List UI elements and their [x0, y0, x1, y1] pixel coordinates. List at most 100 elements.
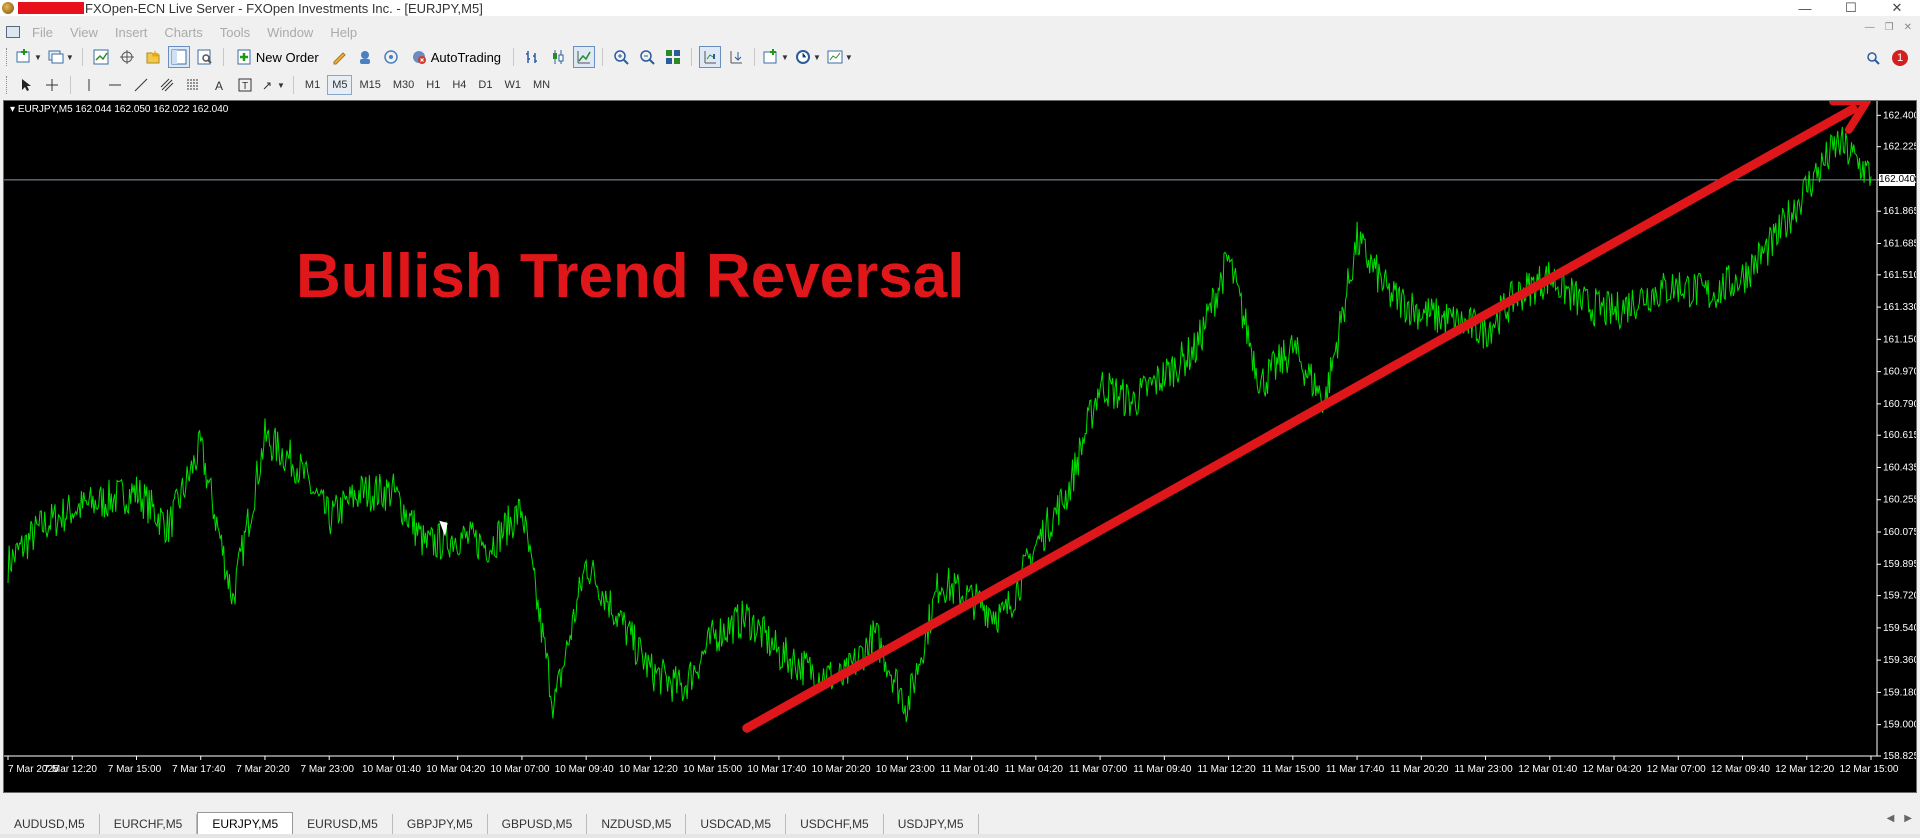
market-watch-button[interactable] [90, 46, 112, 68]
toolbar-separator [754, 48, 756, 66]
horizontal-line-button[interactable] [104, 74, 126, 96]
bar-chart-button[interactable] [521, 46, 543, 68]
mdi-restore-button[interactable]: ❐ [1885, 22, 1894, 33]
clock-icon [795, 50, 810, 64]
fibonacci-button[interactable] [182, 74, 204, 96]
indicators-button[interactable]: ▼ [762, 46, 790, 68]
menu-insert[interactable]: Insert [115, 25, 148, 40]
cursor-tool-button[interactable] [15, 74, 37, 96]
time-tick-label: 10 Mar 17:40 [747, 764, 806, 775]
tab-scroll-right-icon[interactable]: ▶ [1904, 813, 1912, 824]
app-icon [2, 2, 14, 14]
templates-button[interactable]: ▼ [826, 46, 854, 68]
tab-audusd[interactable]: AUDUSD,M5 [0, 814, 100, 834]
mdi-close-button[interactable]: ✕ [1904, 22, 1912, 33]
periods-button[interactable]: ▼ [794, 46, 822, 68]
timeframe-m30[interactable]: M30 [388, 75, 419, 95]
close-button[interactable]: ✕ [1874, 0, 1920, 16]
zoom-in-button[interactable] [610, 46, 632, 68]
trend-arrow-line [742, 104, 1858, 733]
new-chart-button[interactable]: ▼ [15, 46, 43, 68]
navigator-button[interactable] [142, 46, 164, 68]
trend-annotation-text[interactable]: Bullish Trend Reversal [296, 241, 964, 312]
horizontal-line-icon [109, 84, 121, 86]
timeframe-h1[interactable]: H1 [421, 75, 445, 95]
notification-badge[interactable]: 1 [1892, 50, 1908, 66]
mdi-minimize-button[interactable]: — [1865, 22, 1875, 33]
tab-usdcad[interactable]: USDCAD,M5 [686, 814, 787, 834]
minimize-button[interactable]: — [1782, 0, 1828, 16]
tab-eurchf[interactable]: EURCHF,M5 [100, 814, 198, 834]
line-chart-icon [577, 51, 591, 64]
time-tick-label: 11 Mar 17:40 [1326, 764, 1385, 775]
standard-toolbar: ▼ ▼ New Order AutoTrading ▼ ▼ ▼ [0, 44, 1920, 70]
tab-usdchf[interactable]: USDCHF,M5 [786, 814, 884, 834]
tab-gbpusd[interactable]: GBPUSD,M5 [488, 814, 588, 834]
vertical-line-button[interactable] [78, 74, 100, 96]
tab-eurjpy[interactable]: EURJPY,M5 [197, 812, 294, 834]
toolbar-grip[interactable] [6, 48, 9, 66]
menu-window[interactable]: Window [267, 25, 313, 40]
text-label-button[interactable]: T [234, 74, 256, 96]
line-chart-button[interactable] [573, 46, 596, 68]
strategy-tester-button[interactable] [194, 46, 216, 68]
profiles-button[interactable]: ▼ [47, 46, 75, 68]
tab-nzdusd[interactable]: NZDUSD,M5 [587, 814, 687, 834]
signals-button[interactable] [354, 46, 376, 68]
menu-file[interactable]: File [32, 25, 53, 40]
time-tick-label: 7 Mar 17:40 [172, 764, 226, 775]
candlestick-button[interactable] [547, 46, 569, 68]
metaeditor-button[interactable] [328, 46, 350, 68]
tab-eurusd[interactable]: EURUSD,M5 [293, 814, 393, 834]
chart-tabs: AUDUSD,M5 EURCHF,M5 EURJPY,M5 EURUSD,M5 … [0, 810, 1920, 834]
tab-usdjpy[interactable]: USDJPY,M5 [884, 814, 979, 834]
timeframe-mn[interactable]: MN [528, 75, 555, 95]
tile-windows-button[interactable] [662, 46, 684, 68]
time-tick-label: 10 Mar 23:00 [876, 764, 935, 775]
menu-charts[interactable]: Charts [164, 25, 202, 40]
trendline-button[interactable] [130, 74, 152, 96]
menu-view[interactable]: View [70, 25, 98, 40]
price-tick-label: 159.360 [1883, 655, 1917, 666]
text-icon: A [215, 79, 223, 92]
data-window-button[interactable] [116, 46, 138, 68]
timeframe-m15[interactable]: M15 [354, 75, 385, 95]
text-tool-button[interactable]: A [208, 74, 230, 96]
autotrading-label: AutoTrading [430, 49, 502, 65]
symbol-dropdown-icon[interactable]: ▾ [10, 104, 18, 115]
chart-window[interactable]: 162.400 162.225 162.040 161.865 161.685 161.5… [3, 100, 1917, 793]
chart-shift-button[interactable] [699, 46, 722, 68]
tab-gbpjpy[interactable]: GBPJPY,M5 [393, 814, 488, 834]
timeframe-w1[interactable]: W1 [499, 75, 526, 95]
svg-text:T: T [242, 81, 248, 92]
price-tick-label: 160.790 [1883, 399, 1917, 410]
crosshair-tool-button[interactable] [41, 74, 63, 96]
price-tick-label: 160.075 [1883, 527, 1917, 538]
market-button[interactable] [380, 46, 402, 68]
toolbar-grip[interactable] [6, 76, 9, 94]
timeframe-m5[interactable]: M5 [327, 75, 353, 95]
bar-chart-icon [526, 51, 538, 63]
time-tick-label: 11 Mar 20:20 [1390, 764, 1449, 775]
equidistant-channel-button[interactable] [156, 74, 178, 96]
time-tick-label: 11 Mar 04:20 [1005, 764, 1064, 775]
price-chart[interactable]: 162.400 162.225 162.040 161.865 161.685 161.5… [4, 101, 1917, 793]
timeframe-d1[interactable]: D1 [473, 75, 497, 95]
signals-icon [359, 51, 370, 64]
time-tick-label: 12 Mar 12:20 [1775, 764, 1834, 775]
autoscroll-button[interactable] [725, 46, 747, 68]
search-icon[interactable] [1866, 51, 1880, 65]
title-bar: FXOpen-ECN Live Server - FXOpen Investme… [0, 0, 1920, 16]
new-order-button[interactable]: New Order [231, 46, 324, 68]
autotrading-button[interactable]: AutoTrading [406, 46, 506, 68]
timeframe-h4[interactable]: H4 [447, 75, 471, 95]
timeframe-m1[interactable]: M1 [300, 75, 325, 95]
terminal-button[interactable] [167, 46, 190, 68]
window-title: FXOpen-ECN Live Server - FXOpen Investme… [85, 0, 483, 16]
zoom-out-button[interactable] [636, 46, 658, 68]
menu-tools[interactable]: Tools [220, 25, 250, 40]
tab-scroll-left-icon[interactable]: ◀ [1887, 813, 1895, 824]
maximize-button[interactable]: ☐ [1828, 0, 1874, 16]
arrows-button[interactable]: ▼ [260, 74, 286, 96]
menu-help[interactable]: Help [330, 25, 357, 40]
